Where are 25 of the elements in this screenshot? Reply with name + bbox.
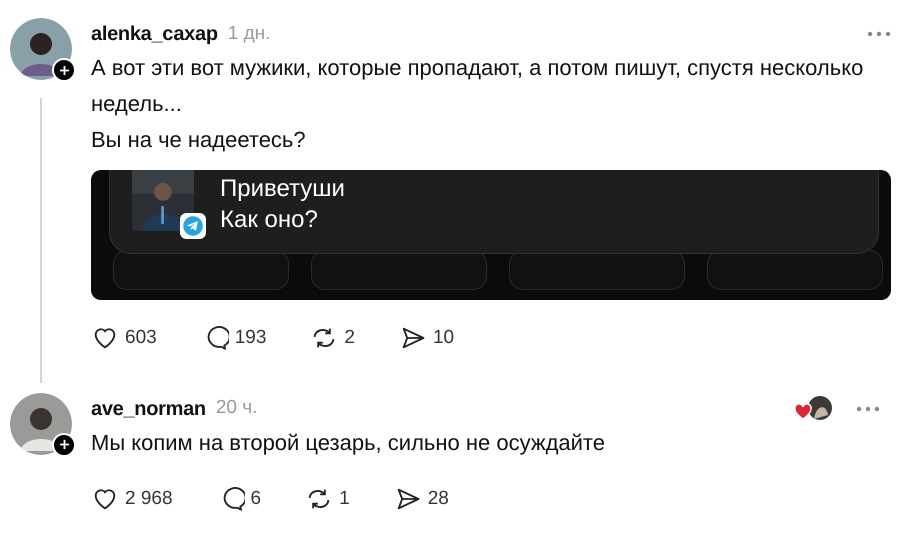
more-options-icon[interactable]: [867, 31, 891, 37]
notification-title: Приветуши: [220, 174, 345, 204]
count: 603: [125, 326, 157, 350]
username[interactable]: ave_norman: [91, 394, 206, 424]
count: 193: [234, 326, 266, 350]
count: 1: [339, 486, 350, 510]
follow-button[interactable]: [52, 432, 76, 456]
count: 2: [344, 326, 355, 350]
avatar[interactable]: [10, 392, 72, 454]
post-text: Мы копим на второй цезарь, сильно не осуждайте: [91, 428, 606, 457]
username[interactable]: alenka_сахар: [91, 19, 218, 49]
avatar[interactable]: [10, 18, 72, 80]
count: 10: [432, 326, 454, 350]
telegram-icon: [180, 213, 206, 239]
post-text: Вы на че надеетесь?: [91, 126, 307, 154]
count: 2 968: [125, 486, 173, 510]
count: 28: [428, 486, 449, 510]
timestamp: 20 ч.: [216, 396, 258, 420]
plus-icon: [58, 439, 70, 450]
plus-icon: [58, 64, 70, 76]
timestamp: 1 дн.: [228, 22, 270, 46]
more-options-icon[interactable]: [856, 406, 880, 412]
post-text: А вот эти вот мужики, которые пропадают, а потом пишут, спустя несколько недель...: [91, 54, 864, 118]
count: 6: [250, 486, 262, 510]
notification-message: Как оно?: [220, 205, 319, 235]
